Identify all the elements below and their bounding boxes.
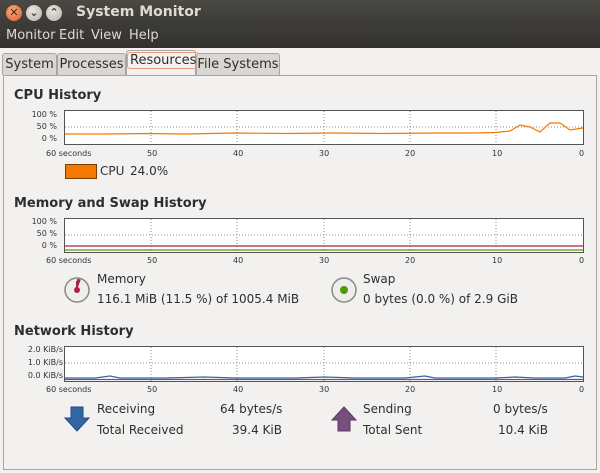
memory-pie-icon[interactable] (63, 276, 91, 308)
cpu-x-label-10: 10 (492, 149, 503, 158)
cpu-x-label-20: 20 (405, 149, 416, 158)
total-received-label: Total Received (97, 423, 184, 437)
swap-value: 0 bytes (0.0 %) of 2.9 GiB (363, 292, 518, 306)
cpu-x-label-40: 40 (233, 149, 244, 158)
cpu-x-label-50: 50 (147, 149, 158, 158)
total-received-value: 39.4 KiB (232, 423, 282, 437)
tab-system[interactable]: System (2, 53, 57, 75)
mem-x-label-0: 0 (579, 256, 585, 265)
net-x-label-10: 10 (492, 385, 503, 394)
receiving-label: Receiving (97, 402, 156, 416)
window-title: System Monitor (76, 4, 201, 20)
tab-bar: System Processes Resources File Systems (0, 49, 600, 75)
cpu-x-label-60: 60 seconds (46, 149, 92, 158)
maximize-window-button[interactable]: ⌃ (46, 5, 62, 21)
cpu-y-label-100: 100 % (31, 110, 57, 119)
close-window-button[interactable]: ✕ (6, 5, 22, 21)
mem-x-label-40: 40 (233, 256, 244, 265)
mem-x-label-30: 30 (319, 256, 330, 265)
network-history-title: Network History (14, 324, 134, 339)
cpu-color-swatch[interactable] (65, 164, 97, 179)
mem-y-label-0: 0 % (41, 241, 57, 250)
mem-x-label-60: 60 seconds (46, 256, 92, 265)
swap-label: Swap (363, 272, 396, 286)
mem-x-label-50: 50 (147, 256, 158, 265)
net-x-label-30: 30 (319, 385, 330, 394)
net-y-label-2: 2.0 KiB/s (27, 345, 63, 354)
receiving-arrow-down-icon[interactable] (63, 405, 91, 437)
menu-edit[interactable]: Edit (59, 28, 84, 43)
tab-resources[interactable]: Resources (126, 50, 200, 75)
receiving-value: 64 bytes/s (220, 402, 283, 416)
sending-label: Sending (363, 402, 412, 416)
mem-y-label-50: 50 % (36, 229, 57, 238)
memory-history-title: Memory and Swap History (14, 196, 207, 211)
cpu-y-label-50: 50 % (36, 122, 57, 131)
memory-history-graph (64, 218, 584, 253)
cpu-x-label-0: 0 (579, 149, 585, 158)
total-sent-label: Total Sent (363, 423, 423, 437)
net-x-label-50: 50 (147, 385, 158, 394)
title-bar[interactable]: ✕ ⌄ ⌃ System Monitor (0, 0, 600, 26)
menu-bar: Monitor Edit View Help (0, 26, 600, 48)
net-x-label-60: 60 seconds (46, 385, 92, 394)
cpu-history-title: CPU History (14, 88, 102, 103)
cpu-y-label-0: 0 % (41, 134, 57, 143)
memory-label: Memory (97, 272, 146, 286)
mem-x-label-20: 20 (405, 256, 416, 265)
mem-x-label-10: 10 (492, 256, 503, 265)
menu-view[interactable]: View (91, 28, 122, 43)
cpu-x-label-30: 30 (319, 149, 330, 158)
tab-file-systems[interactable]: File Systems (196, 53, 280, 75)
sending-value: 0 bytes/s (493, 402, 548, 416)
sending-arrow-up-icon[interactable] (330, 405, 358, 437)
menu-help[interactable]: Help (129, 28, 159, 43)
memory-value: 116.1 MiB (11.5 %) of 1005.4 MiB (97, 292, 300, 306)
network-history-graph (64, 346, 584, 382)
swap-pie-icon[interactable] (330, 276, 358, 308)
cpu-legend-label: CPU (100, 164, 125, 178)
net-y-label-0: 0.0 KiB/s (27, 371, 63, 380)
net-x-label-20: 20 (405, 385, 416, 394)
menu-monitor[interactable]: Monitor (6, 28, 55, 43)
net-x-label-0: 0 (579, 385, 585, 394)
cpu-legend-value: 24.0% (130, 164, 169, 178)
net-y-label-1: 1.0 KiB/s (27, 358, 63, 367)
mem-y-label-100: 100 % (31, 217, 57, 226)
minimize-window-button[interactable]: ⌄ (26, 5, 42, 21)
net-x-label-40: 40 (233, 385, 244, 394)
tab-processes[interactable]: Processes (57, 53, 126, 75)
system-monitor-window: ✕ ⌄ ⌃ System Monitor Monitor Edit View H… (0, 0, 600, 473)
cpu-history-graph (64, 110, 584, 145)
total-sent-value: 10.4 KiB (498, 423, 548, 437)
